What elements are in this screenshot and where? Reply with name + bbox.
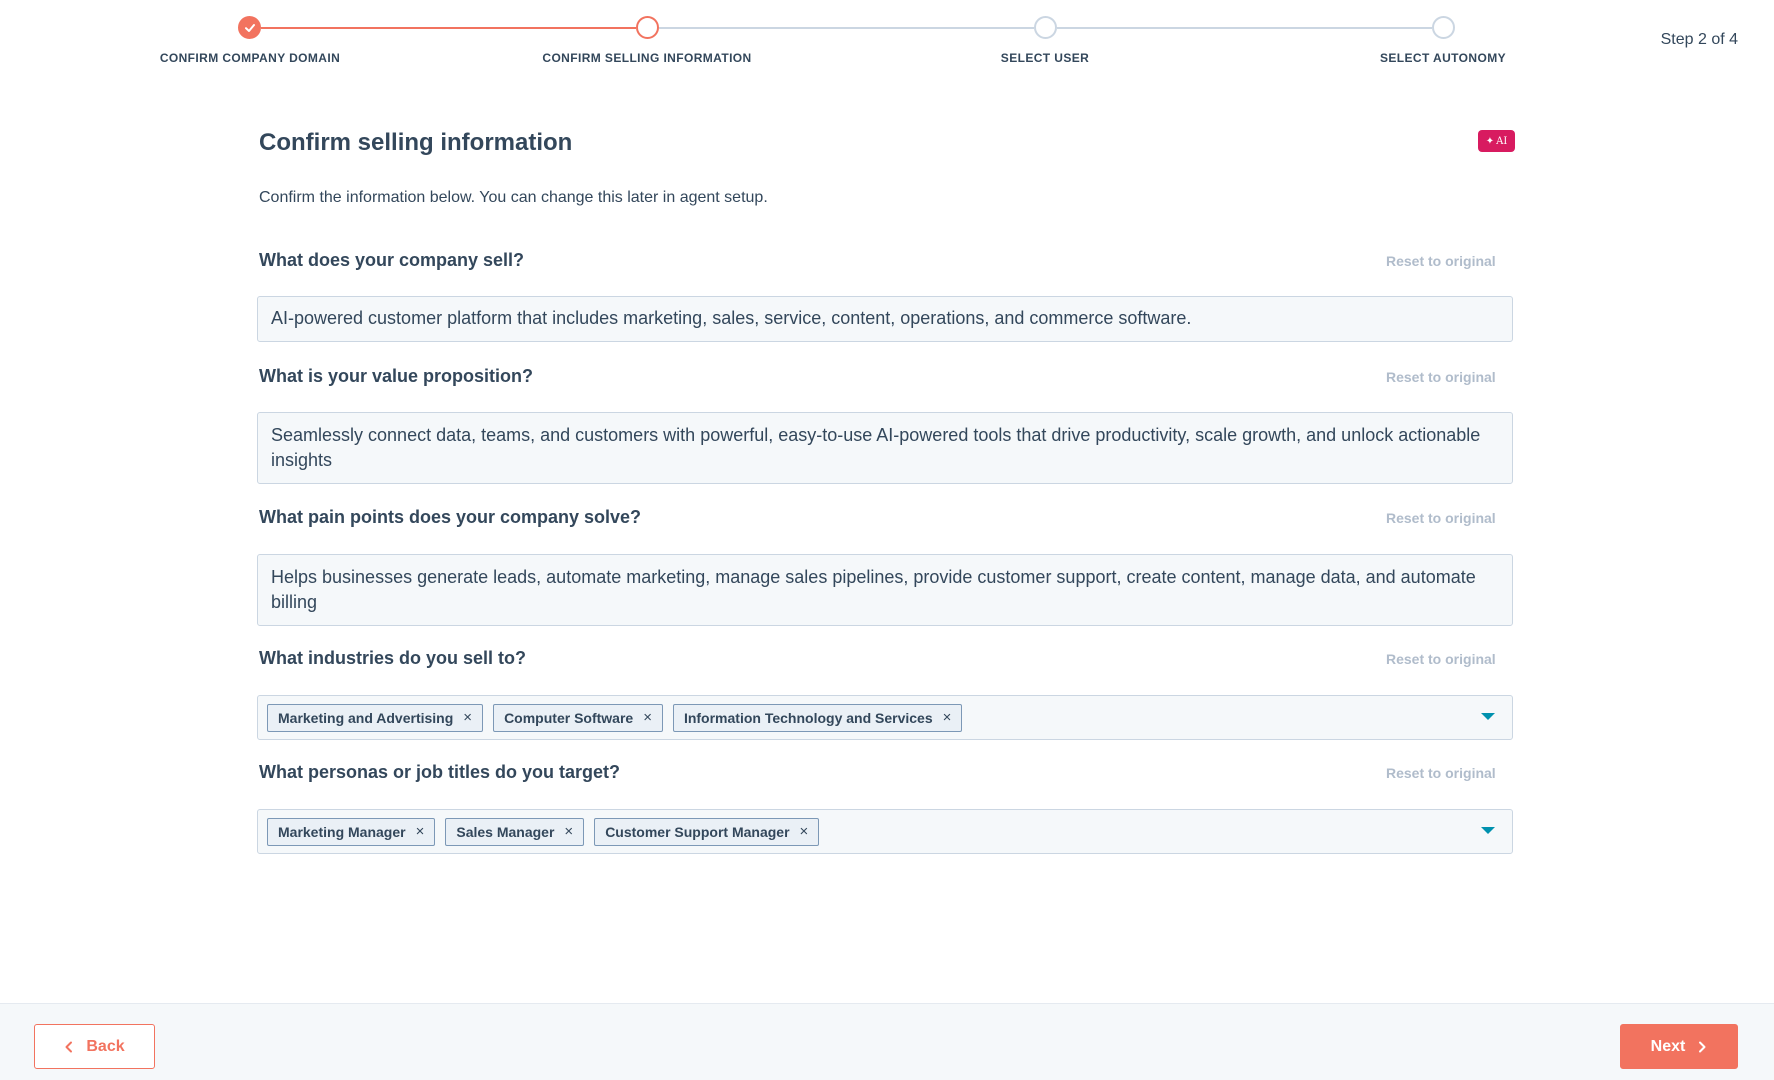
question-personas-label: What personas or job titles do you targe… — [259, 762, 621, 782]
dropdown-caret-icon[interactable] — [1481, 827, 1495, 834]
reset-pain-points-link[interactable]: Reset to original — [1386, 510, 1496, 526]
reset-value-proposition-link[interactable]: Reset to original — [1386, 369, 1496, 385]
next-button[interactable]: Next — [1620, 1024, 1738, 1069]
footer-bar: Back Next — [0, 1003, 1774, 1080]
step-4-dot — [1432, 16, 1455, 39]
step-3-dot — [1034, 16, 1057, 39]
intro-text: Confirm the information below. You can c… — [259, 189, 768, 206]
dropdown-caret-icon[interactable] — [1481, 713, 1495, 720]
industries-multiselect[interactable]: Marketing and Advertising × Computer Sof… — [257, 695, 1513, 740]
step-1-dot — [238, 16, 261, 39]
remove-tag-icon[interactable]: × — [643, 710, 652, 725]
tag-label: Sales Manager — [456, 823, 555, 840]
question-pain-points-label: What pain points does your company solve… — [259, 507, 642, 527]
sparkle-icon: ✦ — [1485, 135, 1495, 147]
reset-industries-link[interactable]: Reset to original — [1386, 651, 1496, 667]
personas-multiselect[interactable]: Marketing Manager × Sales Manager × Cust… — [257, 809, 1513, 854]
persona-tag: Marketing Manager × — [267, 817, 436, 846]
question-company-sells-label: What does your company sell? — [259, 250, 525, 270]
page-title: Confirm selling information — [259, 129, 573, 156]
pain-points-textarea[interactable]: Helps businesses generate leads, automat… — [257, 554, 1513, 626]
tag-label: Customer Support Manager — [605, 823, 790, 840]
step-connector-3 — [1057, 27, 1432, 29]
chevron-right-icon — [1699, 1041, 1706, 1052]
remove-tag-icon[interactable]: × — [416, 824, 425, 839]
progress-stepper: CONFIRM COMPANY DOMAIN CONFIRM SELLING I… — [0, 0, 1774, 80]
ai-badge-label: AI — [1496, 135, 1508, 147]
checkmark-icon — [244, 23, 255, 32]
step-3-label: SELECT USER — [1000, 51, 1090, 65]
industry-tag: Marketing and Advertising × — [267, 703, 484, 732]
tag-label: Marketing Manager — [278, 823, 406, 840]
remove-tag-icon[interactable]: × — [800, 824, 809, 839]
remove-tag-icon[interactable]: × — [943, 710, 952, 725]
industry-tag: Computer Software × — [493, 703, 663, 732]
chevron-left-icon — [65, 1041, 73, 1052]
persona-tag: Customer Support Manager × — [594, 817, 820, 846]
step-connector-2 — [659, 27, 1034, 29]
industry-tag: Information Technology and Services × — [672, 703, 963, 732]
ai-badge: ✦ AI — [1478, 130, 1515, 152]
step-count: Step 2 of 4 — [1660, 31, 1738, 48]
step-4-label: SELECT AUTONOMY — [1379, 51, 1507, 65]
back-button-label: Back — [86, 1037, 125, 1055]
tag-label: Marketing and Advertising — [278, 709, 454, 726]
question-value-proposition-label: What is your value proposition? — [259, 366, 534, 386]
reset-company-sells-link[interactable]: Reset to original — [1386, 253, 1496, 269]
back-button[interactable]: Back — [34, 1024, 155, 1069]
company-sells-input[interactable]: AI-powered customer platform that includ… — [257, 296, 1513, 342]
step-connector-1 — [261, 27, 636, 29]
tag-label: Information Technology and Services — [683, 709, 933, 726]
tag-label: Computer Software — [504, 709, 634, 726]
value-proposition-textarea[interactable]: Seamlessly connect data, teams, and cust… — [257, 412, 1513, 484]
reset-personas-link[interactable]: Reset to original — [1386, 765, 1496, 781]
remove-tag-icon[interactable]: × — [564, 824, 573, 839]
question-industries-label: What industries do you sell to? — [259, 648, 527, 668]
step-2-dot — [636, 16, 659, 39]
step-1-label: CONFIRM COMPANY DOMAIN — [159, 51, 341, 65]
persona-tag: Sales Manager × — [445, 817, 585, 846]
remove-tag-icon[interactable]: × — [463, 710, 472, 725]
next-button-label: Next — [1650, 1037, 1686, 1055]
step-2-label: CONFIRM SELLING INFORMATION — [542, 51, 752, 65]
